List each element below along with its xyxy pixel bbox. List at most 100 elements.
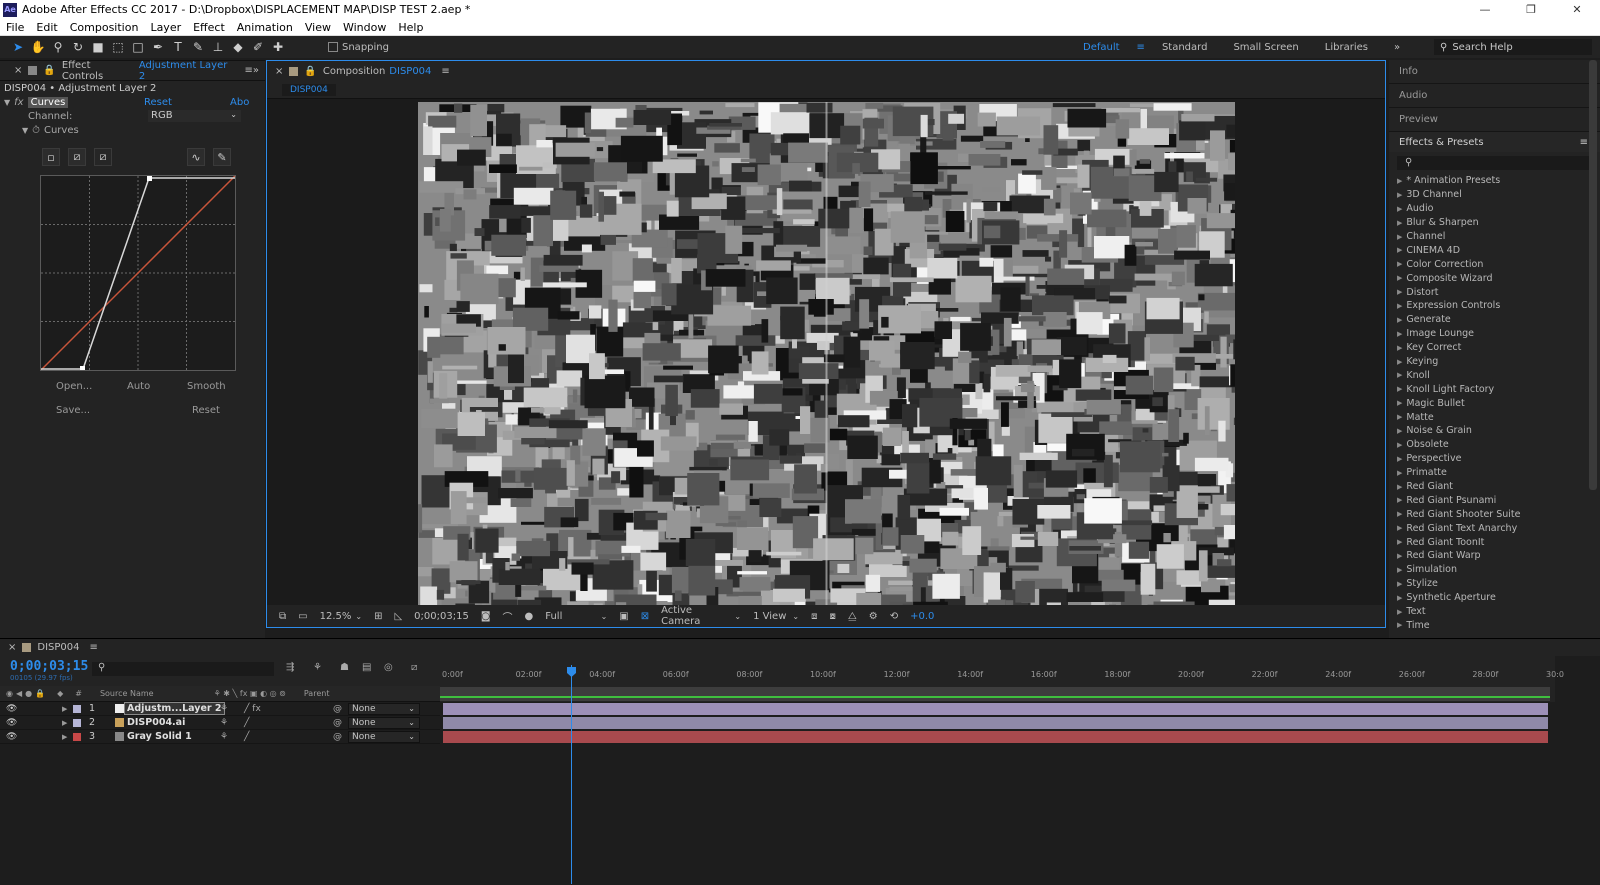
- panel-menu-icon[interactable]: ≡: [90, 642, 98, 653]
- motion-blur-icon[interactable]: ◎: [384, 662, 393, 673]
- fit-icon[interactable]: ⊞: [374, 611, 382, 622]
- expand-triangle-icon[interactable]: ▶: [1397, 316, 1402, 324]
- effect-category-item[interactable]: ▶Red Giant Shooter Suite: [1397, 507, 1600, 521]
- effect-category-item[interactable]: ▶Stylize: [1397, 577, 1600, 591]
- timeline-tab[interactable]: × DISP004 ≡: [0, 639, 1600, 656]
- panel-menu-icon[interactable]: ≡: [441, 66, 449, 77]
- view-layout-select[interactable]: 1 View⌄: [753, 611, 799, 622]
- effect-about-link[interactable]: Abo: [230, 97, 249, 108]
- zoom-tool-icon[interactable]: ⚲: [48, 37, 68, 57]
- curves-size-small-icon[interactable]: ▫: [42, 148, 60, 166]
- effect-category-item[interactable]: ▶Red Giant Psunami: [1397, 493, 1600, 507]
- workspace-default[interactable]: Default: [1070, 42, 1133, 53]
- effect-category-item[interactable]: ▶Audio: [1397, 202, 1600, 216]
- expand-triangle-icon[interactable]: ▼: [22, 126, 28, 135]
- expand-triangle-icon[interactable]: ▶: [62, 705, 67, 713]
- expand-triangle-icon[interactable]: ▶: [1397, 358, 1402, 366]
- expand-triangle-icon[interactable]: ▶: [1397, 399, 1402, 407]
- curve-point-black[interactable]: [80, 366, 85, 370]
- curve-point-white[interactable]: [147, 176, 152, 181]
- layer-name[interactable]: Adjustm...Layer 2: [124, 702, 225, 715]
- pick-whip-icon[interactable]: @: [333, 732, 342, 742]
- close-tab-icon[interactable]: ×: [275, 66, 283, 77]
- effect-category-item[interactable]: ▶Color Correction: [1397, 257, 1600, 271]
- smooth-button[interactable]: Smooth: [187, 381, 226, 392]
- eye-icon[interactable]: 👁: [6, 718, 17, 728]
- expand-triangle-icon[interactable]: ▶: [62, 733, 67, 741]
- expand-triangle-icon[interactable]: ▶: [1397, 219, 1402, 227]
- menu-file[interactable]: File: [0, 21, 30, 34]
- snapping-checkbox[interactable]: [328, 42, 338, 52]
- expand-triangle-icon[interactable]: ▶: [1397, 441, 1402, 449]
- search-help-input[interactable]: ⚲Search Help: [1434, 39, 1592, 55]
- menu-effect[interactable]: Effect: [187, 21, 231, 34]
- expand-triangle-icon[interactable]: ▶: [1397, 496, 1402, 504]
- lock-icon[interactable]: 🔒: [43, 65, 55, 76]
- layer-duration-bar[interactable]: [443, 731, 1548, 743]
- shy-switch-icon[interactable]: ⚘: [220, 718, 228, 728]
- composition-viewer[interactable]: [418, 102, 1235, 607]
- channel-select[interactable]: RGB⌄: [148, 110, 241, 122]
- expand-triangle-icon[interactable]: ▶: [1397, 274, 1402, 282]
- effect-category-item[interactable]: ▶CINEMA 4D: [1397, 243, 1600, 257]
- curves-size-large-icon[interactable]: ⧄: [94, 148, 112, 166]
- lock-icon[interactable]: 🔒: [304, 66, 316, 77]
- label-color-swatch[interactable]: [73, 705, 81, 713]
- layer-duration-bar[interactable]: [443, 717, 1548, 729]
- parent-select[interactable]: None⌄: [348, 703, 420, 715]
- pan-behind-tool-icon[interactable]: ⬚: [108, 37, 128, 57]
- effect-category-item[interactable]: ▶Red Giant Text Anarchy: [1397, 521, 1600, 535]
- expand-triangle-icon[interactable]: ▶: [1397, 191, 1402, 199]
- expand-triangle-icon[interactable]: ▼: [4, 98, 10, 107]
- curves-property-row[interactable]: ▼ ⏱ Curves: [0, 123, 265, 137]
- timeline-timecode[interactable]: 0;00;03;15: [10, 659, 88, 674]
- expand-triangle-icon[interactable]: ▶: [1397, 510, 1402, 518]
- exposure-reset-icon[interactable]: ⟲: [890, 611, 898, 622]
- menu-view[interactable]: View: [299, 21, 337, 34]
- shy-layers-icon[interactable]: ☗: [340, 662, 349, 673]
- quality-switch-icon[interactable]: ╱ fx: [244, 704, 261, 714]
- maximize-button[interactable]: ❐: [1508, 0, 1554, 19]
- effect-category-item[interactable]: ▶Red Giant: [1397, 480, 1600, 494]
- effect-category-item[interactable]: ▶Matte: [1397, 410, 1600, 424]
- effect-category-item[interactable]: ▶Knoll: [1397, 368, 1600, 382]
- effect-category-item[interactable]: ▶Expression Controls: [1397, 299, 1600, 313]
- effect-category-item[interactable]: ▶Obsolete: [1397, 438, 1600, 452]
- snapping-toggle[interactable]: Snapping: [328, 42, 389, 53]
- timeline-icon[interactable]: ⧋: [848, 611, 857, 622]
- effect-category-item[interactable]: ▶Generate: [1397, 313, 1600, 327]
- color-channels-icon[interactable]: ●: [525, 611, 534, 622]
- layer-row[interactable]: 👁▶1Adjustm...Layer 2⚘╱ fx@None⌄: [0, 702, 440, 716]
- layer-name[interactable]: DISP004.ai: [127, 717, 185, 728]
- rectangle-tool-icon[interactable]: □: [128, 37, 148, 57]
- expand-triangle-icon[interactable]: ▶: [1397, 177, 1402, 185]
- expand-triangle-icon[interactable]: ▶: [62, 719, 67, 727]
- brush-tool-icon[interactable]: ✎: [188, 37, 208, 57]
- work-area-bar[interactable]: [440, 687, 1550, 701]
- effect-category-item[interactable]: ▶Primatte: [1397, 466, 1600, 480]
- expand-triangle-icon[interactable]: ▶: [1397, 246, 1402, 254]
- menu-help[interactable]: Help: [392, 21, 429, 34]
- parent-select[interactable]: None⌄: [348, 731, 420, 743]
- curves-graph[interactable]: [40, 175, 236, 371]
- expand-triangle-icon[interactable]: ▶: [1397, 608, 1402, 616]
- open-button[interactable]: Open...: [56, 381, 92, 392]
- graph-editor-icon[interactable]: ⧄: [411, 662, 417, 673]
- type-tool-icon[interactable]: T: [168, 37, 188, 57]
- effect-category-item[interactable]: ▶Synthetic Aperture: [1397, 591, 1600, 605]
- workspace-libraries[interactable]: Libraries: [1312, 42, 1381, 53]
- expand-triangle-icon[interactable]: ▶: [1397, 260, 1402, 268]
- expand-triangle-icon[interactable]: ▶: [1397, 330, 1402, 338]
- workspace-standard[interactable]: Standard: [1149, 42, 1221, 53]
- menu-window[interactable]: Window: [337, 21, 392, 34]
- expand-triangle-icon[interactable]: ▶: [1397, 552, 1402, 560]
- expand-triangle-icon[interactable]: ▶: [1397, 483, 1402, 491]
- mask-visibility-icon[interactable]: ◺: [394, 611, 402, 622]
- pick-whip-icon[interactable]: @: [333, 718, 342, 728]
- reset-curves-button[interactable]: Reset: [192, 405, 220, 416]
- expand-triangle-icon[interactable]: ▶: [1397, 469, 1402, 477]
- playhead-line[interactable]: [571, 665, 572, 884]
- pencil-curve-icon[interactable]: ✎: [213, 148, 231, 166]
- effect-category-item[interactable]: ▶Distort: [1397, 285, 1600, 299]
- effect-category-item[interactable]: ▶Blur & Sharpen: [1397, 216, 1600, 230]
